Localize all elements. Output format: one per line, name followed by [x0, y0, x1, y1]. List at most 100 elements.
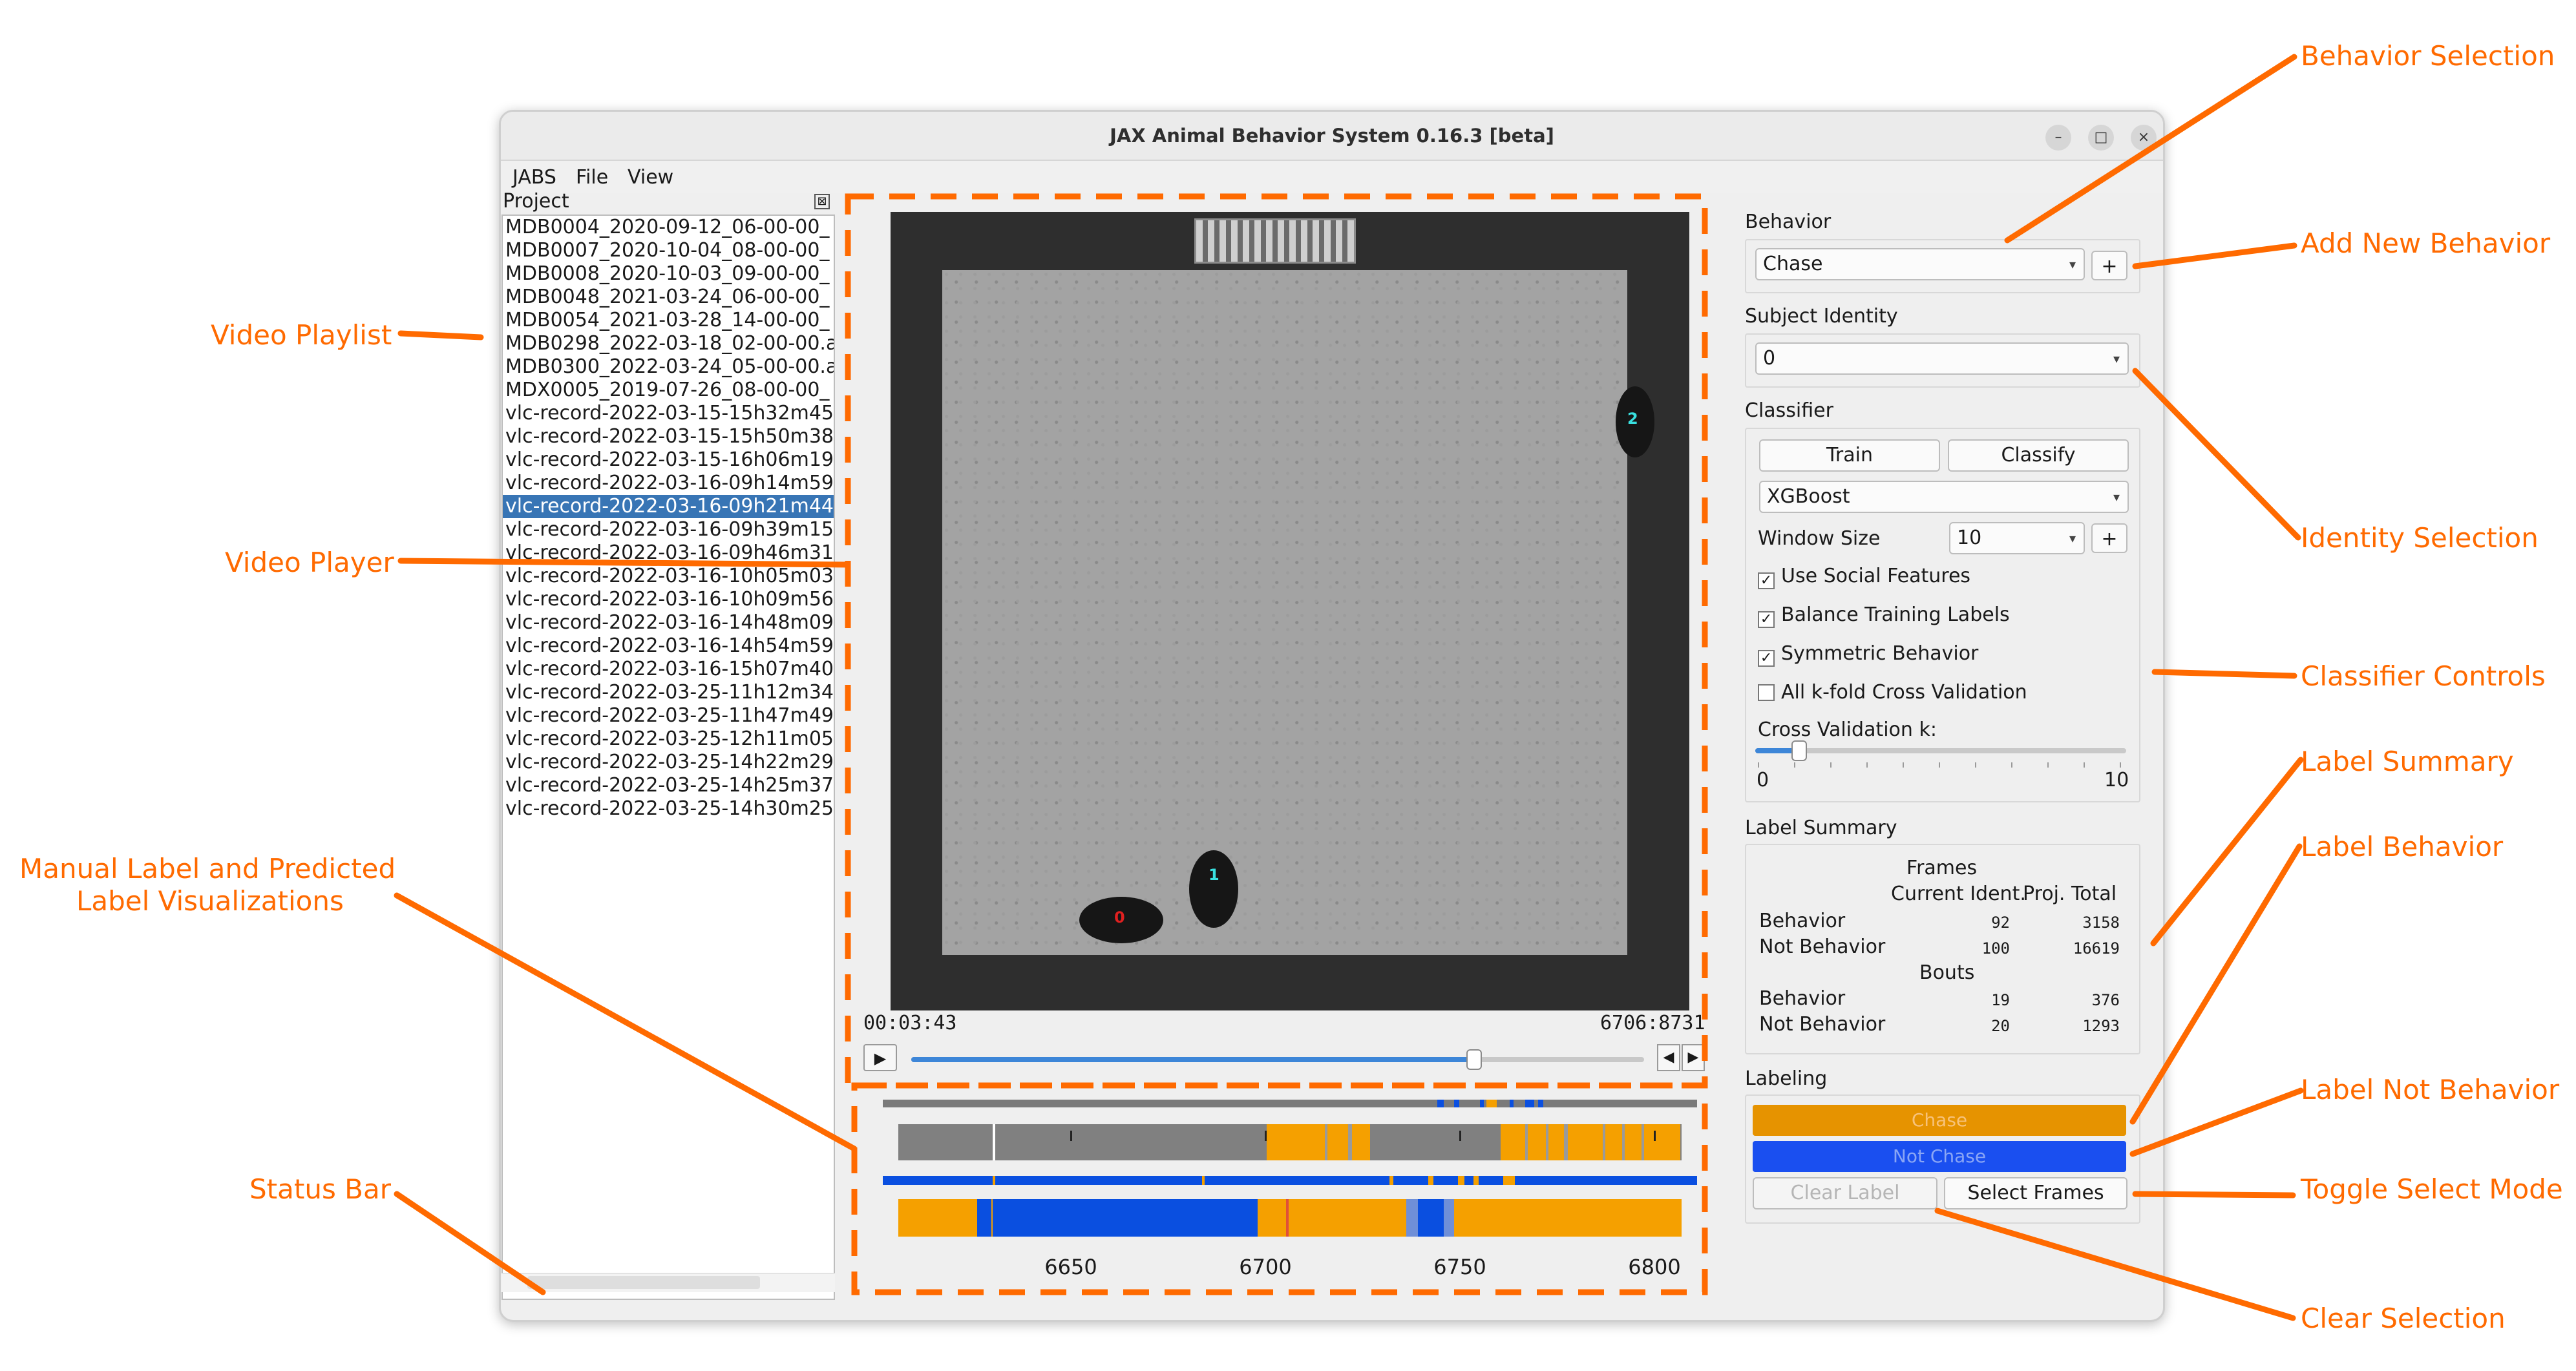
chevron-down-icon: ▾ [2113, 351, 2120, 366]
frames-behavior-total: 3158 [2082, 914, 2120, 932]
next-frame-button[interactable]: ▶ [1682, 1044, 1705, 1071]
playlist-item[interactable]: MDB0048_2021-03-24_06-00-00_ [503, 286, 834, 309]
playlist-item[interactable]: vlc-record-2022-03-16-10h05m03 [503, 565, 834, 588]
cv-tick [2120, 762, 2121, 768]
annotation-classifier-controls: Classifier Controls [2301, 660, 2546, 692]
cv-slider-handle[interactable] [1791, 740, 1807, 761]
option-checkbox-3[interactable]: All k-fold Cross Validation [1758, 681, 2027, 704]
playlist-scroll-thumb[interactable] [527, 1276, 760, 1289]
window-size-value: 10 [1957, 527, 1982, 549]
playlist-item[interactable]: MDB0300_2022-03-24_05-00-00.a [503, 355, 834, 379]
menu-jabs[interactable]: JABS [512, 166, 556, 189]
playlist-item[interactable]: MDB0004_2020-09-12_06-00-00_ [503, 216, 834, 239]
playlist-item[interactable]: vlc-record-2022-03-16-09h46m31 [503, 541, 834, 565]
bouts-not-behavior-current: 20 [1991, 1017, 2010, 1035]
annotation-behavior-selection: Behavior Selection [2301, 40, 2555, 72]
line-label-summary [2150, 757, 2304, 947]
menu-view[interactable]: View [628, 166, 673, 189]
overview-not-behavior-segment [1538, 1100, 1543, 1107]
tick-mark [1459, 1131, 1461, 1141]
playlist-item[interactable]: vlc-record-2022-03-25-14h30m25 [503, 797, 834, 821]
option-label: All k-fold Cross Validation [1781, 681, 2027, 704]
add-window-size-button[interactable]: + [2091, 523, 2127, 553]
playlist-item[interactable]: vlc-record-2022-03-25-12h11m05 [503, 727, 834, 751]
playlist-scrollbar[interactable] [501, 1273, 835, 1292]
menu-file[interactable]: File [576, 166, 608, 189]
tick-label-6800: 6800 [1628, 1255, 1681, 1279]
train-button[interactable]: Train [1759, 439, 1940, 472]
option-checkbox-2[interactable]: ✓ Symmetric Behavior [1758, 642, 1978, 667]
behavior-select[interactable]: Chase ▾ [1755, 248, 2085, 280]
cv-slider[interactable] [1755, 740, 2126, 761]
playlist-item[interactable]: vlc-record-2022-03-16-14h54m59 [503, 634, 834, 658]
video-frame[interactable]: 2 0 1 [891, 212, 1689, 1010]
overview-prediction-behavior [1428, 1176, 1433, 1185]
overview-not-behavior-segment [1437, 1100, 1444, 1107]
playlist-item[interactable]: vlc-record-2022-03-25-11h12m34 [503, 681, 834, 704]
playlist-item[interactable]: vlc-record-2022-03-15-16h06m19 [503, 448, 834, 472]
playlist-item[interactable]: MDX0005_2019-07-26_08-00-00_ [503, 379, 834, 402]
add-behavior-button[interactable]: + [2091, 251, 2127, 280]
option-checkbox-1[interactable]: ✓ Balance Training Labels [1758, 603, 2010, 628]
classify-button[interactable]: Classify [1948, 439, 2129, 472]
playlist-item[interactable]: vlc-record-2022-03-16-10h09m56 [503, 588, 834, 611]
playlist-item[interactable]: MDB0054_2021-03-28_14-00-00_ [503, 309, 834, 332]
minimize-button[interactable]: – [2045, 125, 2071, 151]
window-size-label: Window Size [1758, 527, 1881, 550]
checkmark-icon[interactable]: ✓ [1758, 572, 1775, 589]
play-button[interactable]: ▶ [863, 1044, 897, 1071]
overview-prediction-bar [883, 1176, 1697, 1185]
playlist-item[interactable]: vlc-record-2022-03-16-09h21m44 [503, 495, 834, 518]
window-title: JAX Animal Behavior System 0.16.3 [beta] [1110, 125, 1554, 147]
playlist-item[interactable]: MDB0008_2020-10-03_09-00-00_ [503, 262, 834, 286]
window-size-select[interactable]: 10 ▾ [1949, 522, 2085, 554]
checkbox-empty-icon[interactable] [1758, 684, 1775, 701]
playlist-item[interactable]: vlc-record-2022-03-16-14h48m09 [503, 611, 834, 634]
manual-stripe [1622, 1124, 1625, 1160]
clear-label-button[interactable]: Clear Label [1753, 1177, 1937, 1209]
playlist-item[interactable]: vlc-record-2022-03-16-15h07m40 [503, 658, 834, 681]
annotation-video-playlist: Video Playlist [211, 319, 392, 351]
cv-tick [1758, 762, 1759, 768]
playlist-item[interactable]: vlc-record-2022-03-25-14h25m37 [503, 774, 834, 797]
checkmark-icon[interactable]: ✓ [1758, 650, 1775, 667]
annotation-clear-selection: Clear Selection [2301, 1303, 2506, 1334]
label-not-behavior-button[interactable]: Not Chase [1753, 1141, 2126, 1172]
annotation-manual-label-line1: Manual Label and Predicted [19, 853, 396, 884]
manual-stripe [1603, 1124, 1605, 1160]
manual-stripe [1564, 1124, 1568, 1160]
option-label: Use Social Features [1781, 565, 1971, 587]
playlist-close-icon[interactable]: ⊠ [814, 194, 830, 209]
seek-slider[interactable] [911, 1049, 1644, 1070]
algorithm-select[interactable]: XGBoost ▾ [1759, 481, 2129, 513]
identity-select[interactable]: 0 ▾ [1755, 342, 2129, 375]
tick-mark [1070, 1131, 1072, 1141]
cage-vent [1194, 218, 1356, 264]
select-frames-button[interactable]: Select Frames [1944, 1177, 2127, 1209]
annotation-add-new-behavior: Add New Behavior [2301, 227, 2551, 259]
playlist-item[interactable]: vlc-record-2022-03-15-15h50m38 [503, 425, 834, 448]
playlist-item[interactable]: vlc-record-2022-03-16-09h39m15 [503, 518, 834, 541]
option-checkbox-0[interactable]: ✓ Use Social Features [1758, 565, 1970, 589]
option-label: Symmetric Behavior [1781, 642, 1979, 665]
playlist-item[interactable]: vlc-record-2022-03-25-14h22m29 [503, 751, 834, 774]
seek-slider-handle[interactable] [1466, 1049, 1482, 1070]
checkmark-icon[interactable]: ✓ [1758, 611, 1775, 628]
maximize-button[interactable]: □ [2088, 125, 2114, 151]
close-button[interactable]: × [2131, 125, 2157, 151]
label-summary-title: Label Summary [1745, 817, 1897, 839]
video-playlist[interactable]: MDB0004_2020-09-12_06-00-00_ MDB0007_2020… [501, 215, 835, 1300]
prev-frame-button[interactable]: ◀ [1657, 1044, 1680, 1071]
playlist-item[interactable]: MDB0007_2020-10-04_08-00-00_ [503, 239, 834, 262]
label-behavior-button[interactable]: Chase [1753, 1105, 2126, 1136]
playlist-item[interactable]: vlc-record-2022-03-15-15h32m45 [503, 402, 834, 425]
option-label: Balance Training Labels [1781, 603, 2010, 626]
playlist-item[interactable]: vlc-record-2022-03-25-11h47m49 [503, 704, 834, 727]
playlist-item[interactable]: MDB0298_2022-03-18_02-00-00.a [503, 332, 834, 355]
title-bar: JAX Animal Behavior System 0.16.3 [beta]… [501, 112, 2163, 161]
cv-max: 10 [2104, 769, 2129, 791]
chevron-down-icon: ▾ [2113, 489, 2120, 505]
playlist-item[interactable]: vlc-record-2022-03-16-09h14m59 [503, 472, 834, 495]
tick-label-6650: 6650 [1044, 1255, 1097, 1279]
frames-not-behavior-total: 16619 [2073, 939, 2120, 958]
